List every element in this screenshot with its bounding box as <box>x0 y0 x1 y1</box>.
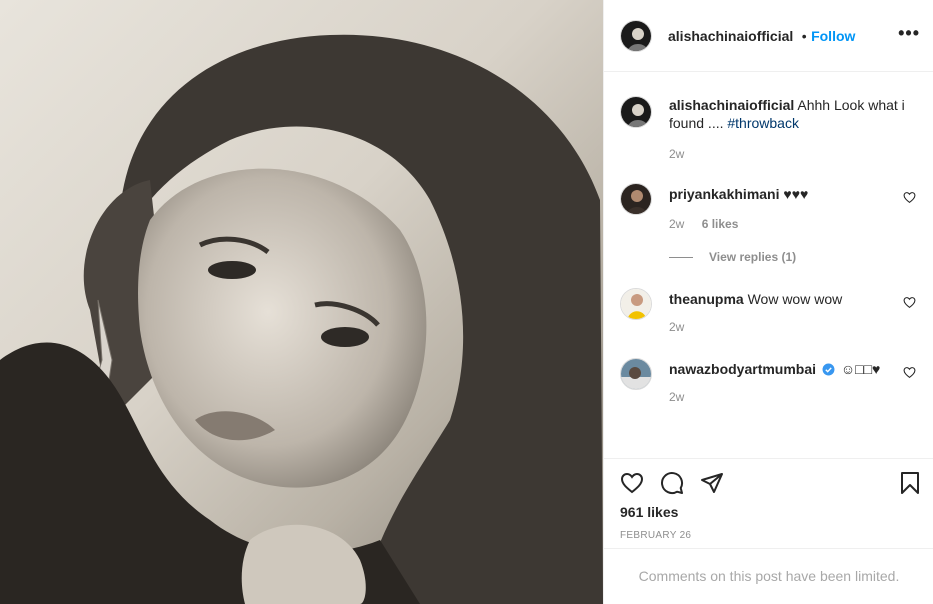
comment-like-heart-icon[interactable] <box>903 191 916 204</box>
more-options-icon[interactable]: ••• <box>898 24 920 42</box>
likes-count[interactable]: 961 likes <box>620 504 678 520</box>
comment-like-heart-icon[interactable] <box>903 366 916 379</box>
commenter-avatar[interactable] <box>620 288 652 320</box>
comment-time[interactable]: 2w <box>669 390 684 404</box>
comment-likes[interactable]: 6 likes <box>702 217 739 231</box>
hashtag-link[interactable]: #throwback <box>727 115 799 131</box>
comment-text: priyankakhimani ♥♥♥ <box>669 185 894 203</box>
follow-button[interactable]: Follow <box>811 28 855 44</box>
post-details-panel: alishachinaiofficial • Follow ••• alisha… <box>603 0 933 604</box>
verified-badge-icon <box>822 363 835 376</box>
replies-divider <box>669 257 693 259</box>
comment-text: nawazbodyartmumbai ☺□□♥ <box>669 360 894 378</box>
comment-text: theanupma Wow wow wow <box>669 290 894 308</box>
share-icon[interactable] <box>700 471 724 495</box>
comment-body: Wow wow wow <box>747 291 843 307</box>
comment-item: priyankakhimani ♥♥♥ 2w 6 likes View repl… <box>620 183 920 273</box>
comment-body: ♥♥♥ <box>783 186 809 202</box>
comments-limited-notice: Comments on this post have been limited. <box>604 548 933 604</box>
view-replies-button[interactable]: View replies (1) <box>669 250 796 264</box>
comment-time[interactable]: 2w <box>669 320 684 334</box>
comment-like-heart-icon[interactable] <box>903 296 916 309</box>
comment-body: ☺□□♥ <box>840 361 881 377</box>
comment-time[interactable]: 2w <box>669 217 684 231</box>
comment-username[interactable]: nawazbodyartmumbai <box>669 361 816 377</box>
author-username[interactable]: alishachinaiofficial <box>668 28 793 44</box>
comment-item: theanupma Wow wow wow 2w <box>620 288 920 343</box>
heart-icon[interactable] <box>620 471 644 495</box>
portrait-image <box>0 34 603 604</box>
post-date[interactable]: FEBRUARY 26 <box>620 530 691 541</box>
caption: alishachinaiofficial Ahhh Look what i fo… <box>620 96 920 166</box>
commenter-avatar[interactable] <box>620 358 652 390</box>
bookmark-icon[interactable] <box>898 471 922 495</box>
author-avatar[interactable] <box>620 20 652 52</box>
caption-text: alishachinaiofficial Ahhh Look what i fo… <box>669 96 909 132</box>
caption-time[interactable]: 2w <box>669 147 684 161</box>
post-actions: 961 likes FEBRUARY 26 <box>604 458 933 548</box>
separator-dot: • <box>801 28 807 44</box>
comment-icon[interactable] <box>660 471 684 495</box>
commenter-avatar[interactable] <box>620 183 652 215</box>
caption-username[interactable]: alishachinaiofficial <box>669 97 794 113</box>
caption-avatar[interactable] <box>620 96 652 128</box>
post-photo[interactable] <box>0 0 603 604</box>
comment-username[interactable]: priyankakhimani <box>669 186 780 202</box>
post-header: alishachinaiofficial • Follow ••• <box>604 0 933 72</box>
comment-meta: 2w 6 likes <box>669 217 738 231</box>
comment-username[interactable]: theanupma <box>669 291 744 307</box>
comment-item: nawazbodyartmumbai ☺□□♥ 2w <box>620 358 920 413</box>
view-replies-label: View replies (1) <box>709 250 797 264</box>
